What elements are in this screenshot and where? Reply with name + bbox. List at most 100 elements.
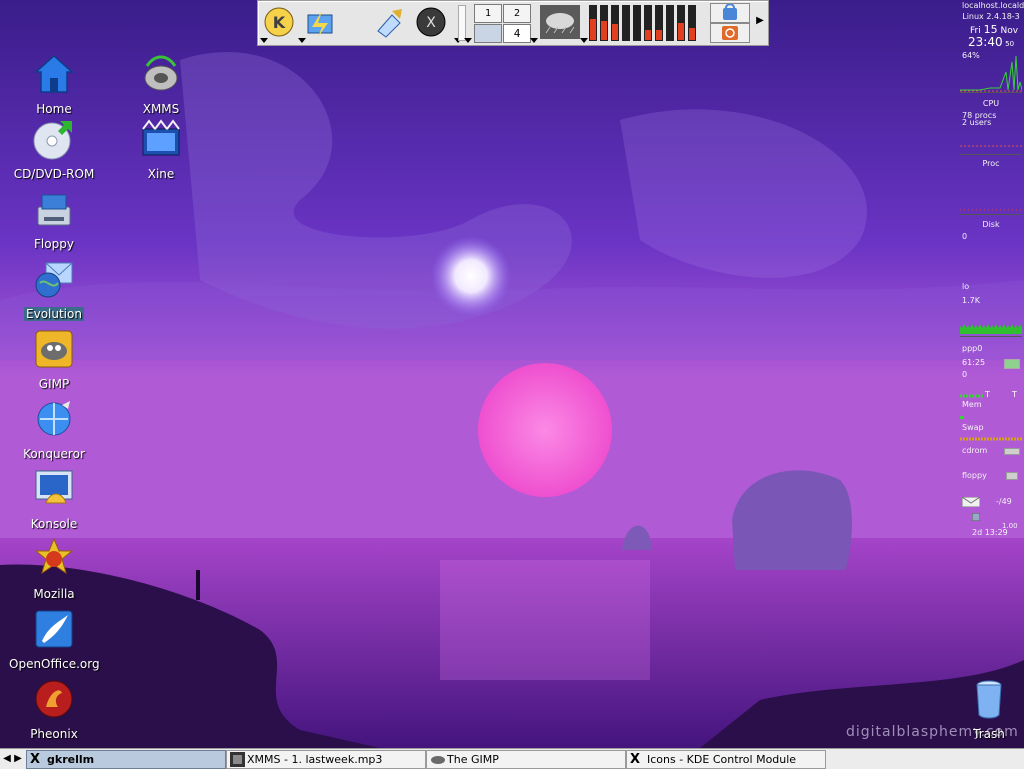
uptime-icon — [972, 513, 980, 521]
menu-arrow-icon[interactable] — [530, 38, 538, 43]
ppp-label: ppp0 — [962, 344, 983, 353]
logout-button[interactable] — [710, 23, 750, 43]
xine-icon — [142, 119, 180, 156]
level-meter-fill — [678, 23, 684, 40]
kernel-label: Linux 2.4.18-3 — [962, 12, 1020, 21]
mem-bar: T T — [960, 390, 1017, 399]
pager-desktop-4[interactable]: 4 — [503, 24, 531, 43]
taskbar: ◀ ▶ X gkrellm XMMS - 1. lastweek.mp3 The… — [0, 748, 1024, 769]
floppy-drive-icon[interactable] — [1006, 472, 1018, 480]
menu-arrow-icon[interactable] — [260, 38, 268, 43]
level-meter — [644, 5, 652, 41]
desktop-icon-xmms[interactable]: XMMS — [116, 52, 206, 120]
swap-label: Swap — [962, 423, 984, 432]
lock-screen-button[interactable] — [710, 3, 750, 23]
level-meter — [600, 5, 608, 41]
pheonix-icon — [35, 680, 73, 718]
pager-desktop-3[interactable] — [474, 24, 502, 43]
cdrom-icon — [33, 121, 72, 160]
svg-text:T: T — [984, 390, 990, 399]
desktop-icon-home[interactable]: Home — [9, 52, 99, 120]
gimp-task-icon — [431, 756, 445, 764]
pager-desktop-1[interactable]: 1 — [474, 4, 502, 23]
floppy-icon — [37, 194, 71, 226]
desktop-icon-label: GIMP — [38, 377, 70, 391]
svg-text:T: T — [1011, 390, 1017, 399]
level-meter — [666, 5, 674, 41]
desktop-icon-openoffice[interactable]: OpenOffice.org — [9, 607, 100, 675]
floppy-label: floppy — [962, 471, 987, 480]
cpu-graph — [960, 55, 1022, 93]
desktop-icon-floppy[interactable]: Floppy — [9, 187, 99, 255]
desktop-icon-label: Konsole — [30, 517, 78, 531]
file-manager-icon[interactable] — [304, 5, 338, 39]
users-count: 2 users — [962, 118, 992, 127]
desktop-icon-label: OpenOffice.org — [9, 657, 100, 671]
ppp-status-icon[interactable] — [1004, 359, 1020, 369]
desktop-icon-label: Xine — [147, 167, 175, 181]
desktop-icon-label: Konqueror — [23, 447, 85, 461]
svg-text:X: X — [426, 15, 436, 31]
level-meter — [633, 5, 641, 41]
clock-seconds: 50 — [1005, 40, 1015, 48]
desktop-icon-label: CD/DVD-ROM — [13, 167, 95, 181]
desktop-icon-label: Trash — [973, 727, 1005, 741]
level-meter-fill — [601, 21, 607, 40]
task-label: The GIMP — [447, 753, 499, 766]
desktop-icon-cdrom[interactable]: CD/DVD-ROM — [9, 117, 99, 185]
desktop-icon-gimp[interactable]: GIMP — [9, 327, 99, 395]
lo-label: lo — [962, 282, 970, 291]
kde-menu-icon[interactable]: K — [262, 5, 296, 39]
task-kde-control[interactable]: X Icons - KDE Control Module — [626, 750, 826, 769]
panel-handle[interactable] — [458, 5, 466, 41]
level-meter — [589, 5, 597, 41]
level-meter — [677, 5, 685, 41]
xmms-task-icon — [230, 752, 245, 767]
level-meter-fill — [645, 30, 651, 40]
cdrom-label: cdrom — [962, 446, 988, 455]
konsole-icon — [35, 470, 73, 504]
gimp-icon — [35, 330, 73, 368]
panel-scroll-right[interactable]: ▶ — [755, 15, 765, 29]
desktop-icon-trash[interactable]: Trash — [944, 677, 1024, 745]
top-panel: K X 1 2 4 ▶ — [257, 0, 769, 46]
desktop-icon-xine[interactable]: Xine — [116, 117, 206, 185]
x-icon[interactable]: X — [414, 5, 448, 39]
ppp-time: 61:25 — [962, 358, 986, 367]
level-meter-fill — [590, 19, 596, 40]
x-icon: X — [630, 752, 641, 767]
mail-icon[interactable] — [962, 497, 980, 507]
cdrom-eject-icon[interactable] — [1004, 448, 1020, 455]
task-gimp[interactable]: The GIMP — [426, 750, 626, 769]
desktop-icon-label: Floppy — [34, 237, 74, 251]
weather-icon[interactable] — [540, 5, 580, 39]
lo-graph — [960, 324, 1022, 337]
task-label: gkrellm — [47, 753, 95, 766]
home-icon — [34, 54, 74, 93]
level-meter-fill — [612, 24, 618, 40]
clock-time: 23:40 50 — [968, 35, 1014, 49]
desktop-icon-evolution[interactable]: Evolution — [9, 257, 99, 325]
desktop-icon-label: Evolution — [9, 307, 99, 321]
taskbar-scroll-right[interactable]: ▶ — [13, 751, 23, 767]
menu-arrow-icon[interactable] — [580, 38, 588, 43]
desktop-icon-konsole[interactable]: Konsole — [9, 467, 99, 535]
desktop-icon-label: Pheonix — [30, 727, 78, 741]
pager-desktop-2[interactable]: 2 — [503, 4, 531, 23]
proc-label: Proc — [982, 159, 1000, 168]
task-gkrellm[interactable]: X gkrellm — [26, 750, 226, 769]
menu-arrow-icon[interactable] — [464, 38, 472, 43]
desktop-icon-pheonix[interactable]: Pheonix — [9, 677, 99, 745]
x-icon: X — [30, 752, 41, 767]
level-meter — [611, 5, 619, 41]
level-meter — [655, 5, 663, 41]
desktop-icon-mozilla[interactable]: Mozilla — [9, 537, 99, 605]
power-icon — [722, 26, 738, 40]
kwrite-icon[interactable] — [372, 5, 406, 39]
desktop-icon-label: Home — [36, 102, 72, 116]
xmms-icon — [144, 55, 178, 91]
openoffice-icon — [35, 610, 73, 648]
taskbar-scroll-left[interactable]: ◀ — [2, 751, 12, 767]
desktop-icon-konqueror[interactable]: Konqueror — [9, 397, 99, 465]
task-xmms[interactable]: XMMS - 1. lastweek.mp3 — [226, 750, 426, 769]
